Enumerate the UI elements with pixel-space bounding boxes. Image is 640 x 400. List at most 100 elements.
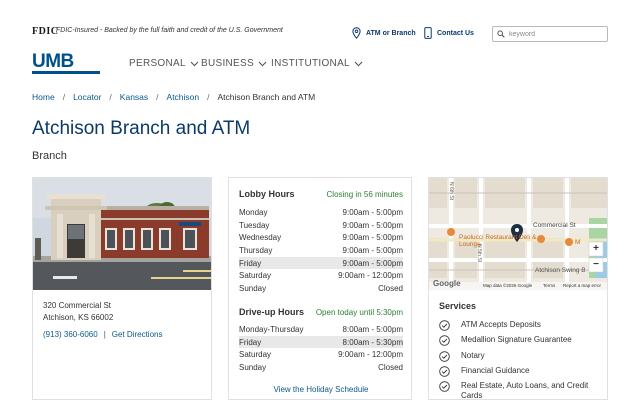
nav-personal[interactable]: PERSONAL <box>129 58 199 69</box>
contact-separator: | <box>103 330 106 339</box>
hours-time: 9:00am - 5:00pm <box>342 207 403 217</box>
hours-time: 9:00am - 12:00pm <box>338 271 403 281</box>
holiday-schedule-link[interactable]: View the Holiday Schedule <box>229 385 413 394</box>
service-label: ATM Accepts Deposits <box>461 320 541 329</box>
lobby-hours-table: Monday 9:00am - 5:00pm Tuesday 9:00am - 5:… <box>239 206 403 295</box>
location-pin-icon <box>352 27 361 39</box>
contact-line: (913) 360-6060 | Get Directions <box>43 330 162 339</box>
address-line-2: Atchison, KS 66002 <box>43 313 114 322</box>
map-street-label: N 6th St <box>448 182 454 201</box>
search-input[interactable] <box>509 30 599 38</box>
map-poi-label: M <box>575 239 581 246</box>
hours-day: Wednesday <box>239 233 282 243</box>
breadcrumb-locator[interactable]: Locator <box>73 92 101 102</box>
map-report-link[interactable]: Report a map error <box>563 283 601 288</box>
breadcrumb-kansas[interactable]: Kansas <box>120 92 148 102</box>
fdic-logo: FDIC <box>32 26 59 37</box>
service-item: Real Estate, Auto Loans, and Credit Card… <box>439 381 603 400</box>
breadcrumb-home[interactable]: Home <box>32 92 55 102</box>
hours-day: Friday <box>239 258 262 268</box>
hours-day: Tuesday <box>239 220 270 230</box>
lobby-status: Closing in 56 minutes <box>326 190 403 199</box>
services-list: ATM Accepts Deposits Medallion Signature… <box>439 320 603 400</box>
hours-time: 9:00am - 5:00pm <box>342 233 403 243</box>
page-title: Atchison Branch and ATM <box>32 118 251 139</box>
hours-day: Sunday <box>239 283 267 293</box>
service-label: Real Estate, Auto Loans, and Credit Card… <box>461 381 589 400</box>
driveup-hours-table: Monday-Thursday 8:00am - 5:00pm Friday 8:0… <box>239 323 403 374</box>
lobby-hours-header: Lobby Hours Closing in 56 minutes <box>239 189 403 199</box>
search-icon[interactable] <box>497 30 505 38</box>
hours-row-today: Friday 8:00am - 5:30pm <box>239 335 403 349</box>
hours-row: Saturday 9:00am - 12:00pm <box>239 269 403 282</box>
hours-row: Sunday Closed <box>239 361 403 374</box>
service-item: Financial Guidance <box>439 366 603 377</box>
chevron-down-icon <box>354 61 363 66</box>
nav-institutional[interactable]: INSTITUTIONAL <box>271 58 363 69</box>
hours-row-today: Friday 9:00am - 5:00pm <box>239 256 403 270</box>
atm-or-branch-label: ATM or Branch <box>366 29 416 37</box>
hours-day: Saturday <box>239 271 272 281</box>
hours-time: Closed <box>378 362 403 372</box>
contact-us-label: Contact Us <box>437 29 474 37</box>
services-heading: Services <box>439 301 477 311</box>
service-item: Medallion Signature Guarantee <box>439 335 603 347</box>
service-item: Notary <box>439 351 603 362</box>
contact-us-link[interactable]: Contact Us <box>424 27 474 39</box>
search-box <box>492 26 608 42</box>
hours-time: 8:00am - 5:30pm <box>342 337 403 347</box>
map-attribution: Map data ©2026 Google <box>483 283 533 288</box>
hours-day: Saturday <box>239 350 272 360</box>
driveup-hours-heading: Drive-up Hours <box>239 307 305 317</box>
breadcrumb-separator: / <box>207 92 210 102</box>
service-item: ATM Accepts Deposits <box>439 320 603 331</box>
check-circle-icon <box>439 320 450 331</box>
phone-link[interactable]: (913) 360-6060 <box>43 330 98 339</box>
service-label: Medallion Signature Guarantee <box>461 335 572 345</box>
breadcrumb: Home / Locator / Kansas / Atchison / Atc… <box>32 92 315 102</box>
hours-time: 8:00am - 5:00pm <box>342 324 403 334</box>
map-zoom-out-button[interactable]: − <box>589 258 603 272</box>
nav-business[interactable]: BUSINESS <box>201 58 267 69</box>
chevron-down-icon <box>190 61 199 66</box>
hours-row: Tuesday 9:00am - 5:00pm <box>239 219 403 232</box>
map-poi-label: Atchison Swing B <box>535 267 586 274</box>
branch-info-card: 320 Commercial St Atchison, KS 66002 (91… <box>32 177 212 400</box>
map-poi-label: Paolucci Restaurant Deli & Lounge <box>459 234 537 248</box>
hours-row: Monday 9:00am - 5:00pm <box>239 206 403 219</box>
hours-row: Monday-Thursday 8:00am - 5:00pm <box>239 323 403 336</box>
address-line-1: 320 Commercial St <box>43 301 112 310</box>
main-nav: UMB PERSONAL BUSINESS INSTITUTIONAL <box>0 50 640 80</box>
hours-day: Thursday <box>239 245 273 255</box>
branch-map[interactable]: Commercial St N 6th St N 5th St Paolucci… <box>429 178 607 290</box>
map-zoom-in-button[interactable]: + <box>589 242 603 256</box>
check-circle-icon <box>439 350 450 362</box>
driveup-hours-header: Drive-up Hours Open today until 5:30pm <box>239 307 403 317</box>
atm-or-branch-link[interactable]: ATM or Branch <box>352 27 416 39</box>
branch-photo <box>33 178 211 290</box>
hours-time: 9:00am - 5:00pm <box>342 258 403 268</box>
chevron-down-icon <box>258 61 267 66</box>
nav-business-label: BUSINESS <box>201 58 254 69</box>
hours-day: Friday <box>239 337 262 347</box>
hours-day: Monday <box>239 207 268 217</box>
map-street-label: Commercial St <box>533 222 576 229</box>
hours-time: 9:00am - 12:00pm <box>338 350 403 360</box>
phone-icon <box>424 27 432 39</box>
map-terms-link[interactable]: Terms <box>543 283 555 288</box>
get-directions-link[interactable]: Get Directions <box>112 330 163 339</box>
breadcrumb-separator: / <box>109 92 112 102</box>
umb-logo[interactable]: UMB <box>32 51 100 74</box>
hours-time: Closed <box>378 283 403 293</box>
breadcrumb-separator: / <box>62 92 66 102</box>
umb-logo-text: UMB <box>32 51 74 72</box>
hours-card: Lobby Hours Closing in 56 minutes Monday… <box>228 177 412 400</box>
check-circle-icon <box>439 366 450 377</box>
hours-row: Sunday Closed <box>239 282 403 295</box>
breadcrumb-current: Atchison Branch and ATM <box>217 92 316 102</box>
utility-bar: FDIC FDIC-Insured - Backed by the full f… <box>0 0 640 48</box>
breadcrumb-separator: / <box>156 92 159 102</box>
breadcrumb-atchison[interactable]: Atchison <box>167 92 200 102</box>
nav-personal-label: PERSONAL <box>129 58 186 69</box>
fdic-disclaimer: FDIC-Insured - Backed by the full faith … <box>56 27 283 34</box>
